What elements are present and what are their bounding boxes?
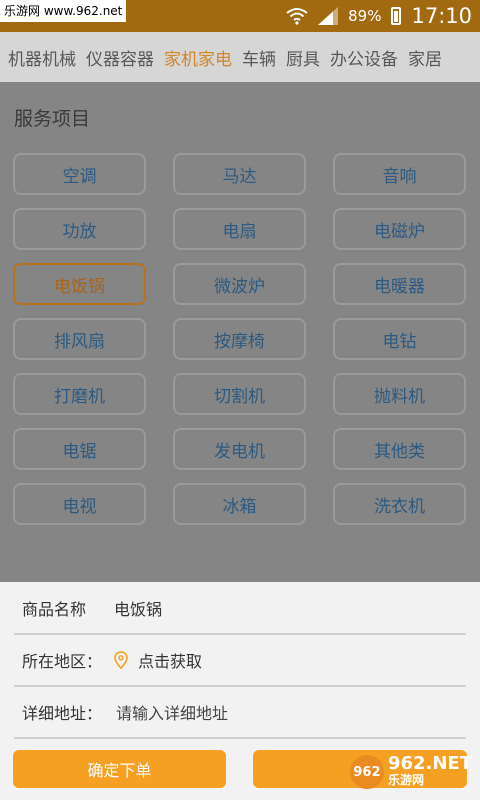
service-item[interactable]: 电钻 [333, 318, 466, 360]
section-title: 服务项目 [14, 108, 91, 130]
category-tab[interactable]: 车辆 [242, 45, 276, 70]
category-tab[interactable]: 机器机械 [8, 45, 76, 70]
category-tab[interactable]: 家机家电 [164, 45, 232, 70]
product-row: 商品名称 电饭锅 [14, 582, 466, 635]
battery-icon [391, 7, 402, 25]
service-item[interactable]: 空调 [13, 153, 146, 195]
service-item[interactable]: 电扇 [173, 208, 306, 250]
service-item[interactable]: 电暖器 [333, 263, 466, 305]
category-tab[interactable]: 办公设备 [330, 45, 398, 70]
category-tab[interactable]: 家居 [408, 45, 442, 70]
service-item[interactable]: 功放 [13, 208, 146, 250]
product-label: 商品名称 [22, 599, 87, 619]
service-item[interactable]: 冰箱 [173, 483, 306, 525]
service-grid: 空调 马达 音响功放 电扇 电磁炉电饭锅 微波炉 电暖器排风扇 按摩椅 电钻打磨机 切割机 抛料机电… [13, 153, 467, 525]
region-row[interactable]: 所在地区： 点击获取 [14, 634, 466, 687]
service-item[interactable]: 切割机 [173, 373, 306, 415]
signal-icon [318, 7, 339, 25]
service-item[interactable]: 抛料机 [333, 373, 466, 415]
service-item[interactable]: 洗衣机 [333, 483, 466, 525]
wifi-icon [286, 8, 308, 25]
service-item[interactable]: 电锯 [13, 428, 146, 470]
category-tab[interactable]: 仪器容器 [86, 45, 154, 70]
service-item[interactable]: 马达 [173, 153, 306, 195]
location-pin-icon[interactable] [114, 650, 128, 669]
service-item[interactable]: 发电机 [173, 428, 306, 470]
service-item[interactable]: 排风扇 [13, 318, 146, 360]
clock: 17:10 [411, 4, 472, 28]
address-input[interactable]: 请输入详细地址 [116, 700, 228, 724]
region-label: 所在地区： [22, 651, 103, 671]
service-item[interactable]: 微波炉 [173, 263, 306, 305]
logo-line1: 962.NET [387, 753, 472, 774]
address-row: 详细地址： 请输入详细地址 [14, 686, 466, 739]
site-watermark-logo: 962 962.NET 乐游网 [349, 752, 472, 792]
service-item[interactable]: 电视 [13, 483, 146, 525]
region-get-link[interactable]: 点击获取 [138, 648, 202, 672]
address-label: 详细地址： [22, 703, 103, 723]
logo-line2: 乐游网 [387, 773, 424, 787]
service-item[interactable]: 其他类 [333, 428, 466, 470]
service-item[interactable]: 打磨机 [13, 373, 146, 415]
service-item[interactable]: 音响 [333, 153, 466, 195]
watermark: 乐游网 www.962.net [0, 0, 127, 22]
confirm-order-button[interactable]: 确定下单 [13, 750, 226, 788]
service-item[interactable]: 按摩椅 [173, 318, 306, 360]
service-item[interactable]: 电饭锅 [13, 263, 146, 305]
product-value: 电饭锅 [114, 599, 163, 619]
battery-percent: 89% [348, 7, 382, 25]
status-bar: 乐游网 www.962.net 89% 17:10 [0, 0, 480, 32]
category-tab[interactable]: 厨具 [286, 45, 320, 70]
service-item[interactable]: 电磁炉 [333, 208, 466, 250]
category-tab-bar: 机器机械 仪器容器 家机家电 车辆 厨具 办公设备 家居 [0, 32, 480, 82]
logo-badge: 962 [349, 755, 384, 789]
